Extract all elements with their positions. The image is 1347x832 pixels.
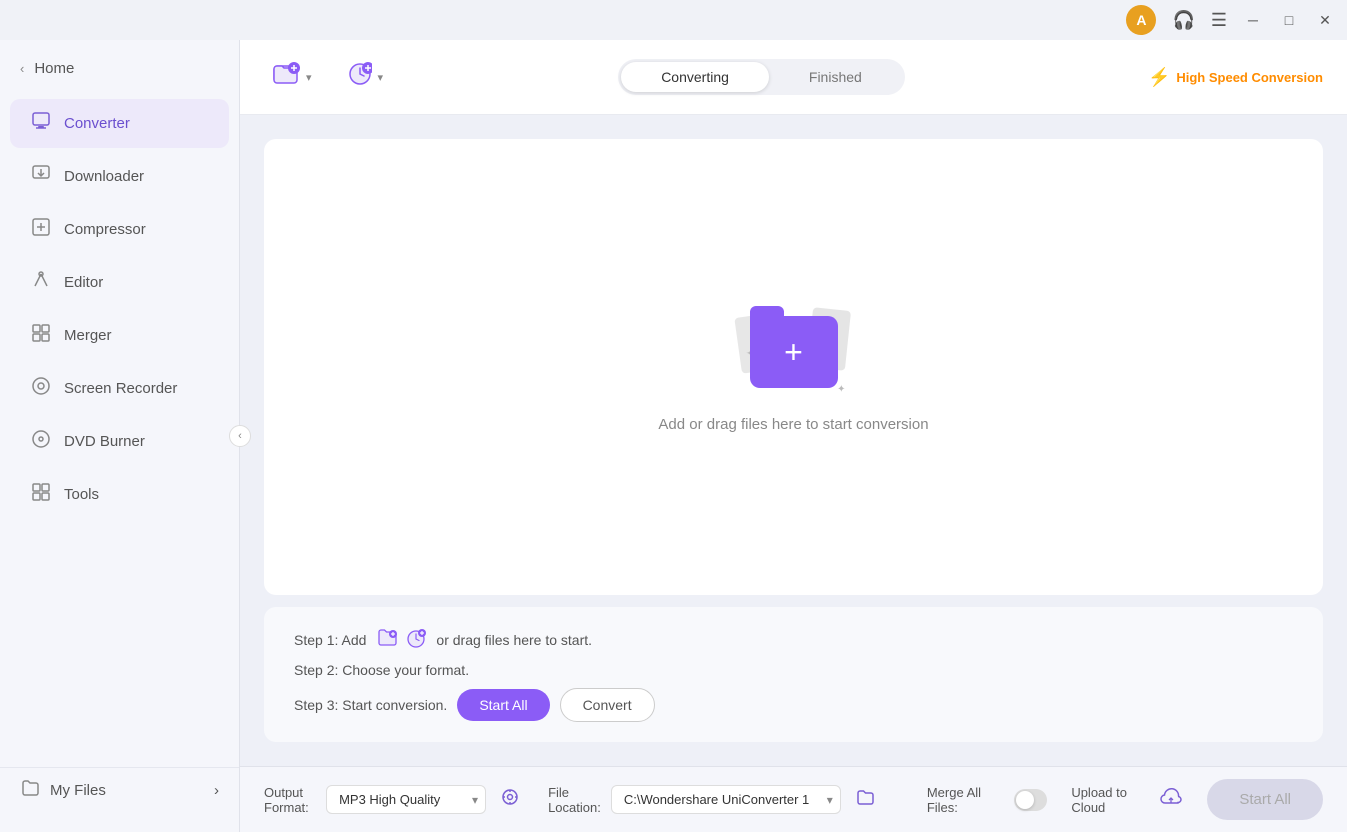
drop-zone-text: Add or drag files here to start conversi… (658, 416, 928, 433)
merge-files-row: Merge All Files: (927, 785, 1047, 815)
downloader-icon (30, 164, 52, 189)
tab-converting[interactable]: Converting (621, 62, 769, 92)
step-1-icons (376, 627, 426, 652)
file-location-select-wrapper: C:\Wondershare UniConverter 1 (611, 785, 841, 814)
step-3-row: Step 3: Start conversion. Start All Conv… (294, 688, 1293, 722)
upload-cloud-label: Upload to Cloud (1071, 785, 1149, 815)
tab-finished[interactable]: Finished (769, 62, 902, 92)
tools-label: Tools (64, 486, 99, 503)
screen-recorder-label: Screen Recorder (64, 380, 177, 397)
sidebar-item-editor[interactable]: Editor (10, 258, 229, 307)
sidebar-bottom: My Files › (0, 767, 239, 822)
output-format-select[interactable]: MP3 High Quality (326, 785, 486, 814)
my-files-item[interactable]: My Files › (20, 778, 219, 802)
step-1-row: Step 1: Add (294, 627, 1293, 652)
sidebar-collapse-button[interactable]: ‹ (229, 425, 251, 447)
step-start-all-button[interactable]: Start All (457, 689, 549, 721)
sidebar: ‹ Home Converter Download (0, 40, 240, 832)
file-location-browse-button[interactable] (851, 783, 879, 816)
workspace: ✦ ✦ + Add or drag files here to start co… (240, 115, 1347, 766)
sidebar-item-tools[interactable]: Tools (10, 470, 229, 519)
compressor-label: Compressor (64, 221, 146, 238)
drop-zone-icon: ✦ ✦ + (734, 302, 854, 402)
add-device-arrow: ▾ (378, 71, 384, 84)
headset-icon[interactable]: 🎧 (1172, 10, 1194, 31)
add-file-icon (272, 60, 300, 94)
my-files-icon (20, 778, 40, 802)
title-bar: A 🎧 ☰ ─ □ ✕ (0, 0, 1347, 40)
menu-icon[interactable]: ☰ (1211, 10, 1227, 31)
step-3-buttons: Start All Convert (457, 688, 654, 722)
user-avatar[interactable]: A (1126, 5, 1156, 35)
drop-zone[interactable]: ✦ ✦ + Add or drag files here to start co… (264, 139, 1323, 595)
converter-icon (30, 111, 52, 136)
lightning-icon: ⚡ (1148, 67, 1170, 88)
step-2-text: Step 2: Choose your format. (294, 662, 469, 678)
step-convert-button[interactable]: Convert (560, 688, 655, 722)
file-location-field: File Location: C:\Wondershare UniConvert… (548, 783, 879, 816)
maximize-button[interactable]: □ (1279, 12, 1299, 28)
merge-files-label: Merge All Files: (927, 785, 1004, 815)
my-files-label: My Files (50, 782, 106, 799)
step-1-prefix: Step 1: Add (294, 632, 366, 648)
toggle-tabs: Converting Finished (618, 59, 905, 95)
converter-label: Converter (64, 115, 130, 132)
my-files-arrow: › (214, 782, 219, 799)
sidebar-item-converter[interactable]: Converter (10, 99, 229, 148)
merger-label: Merger (64, 327, 112, 344)
cloud-icon[interactable] (1159, 787, 1183, 812)
step-3-prefix: Step 3: Start conversion. (294, 697, 447, 713)
main-content: ▾ ▾ Converting Finished (240, 40, 1347, 832)
sidebar-item-screen-recorder[interactable]: Screen Recorder (10, 364, 229, 413)
output-format-settings-button[interactable] (496, 783, 524, 816)
upload-cloud-row: Upload to Cloud (1071, 785, 1183, 815)
editor-icon (30, 270, 52, 295)
home-arrow-icon: ‹ (20, 61, 24, 76)
dvd-burner-label: DVD Burner (64, 433, 145, 450)
dvd-burner-icon (30, 429, 52, 454)
downloader-label: Downloader (64, 168, 144, 185)
editor-label: Editor (64, 274, 103, 291)
screen-recorder-icon (30, 376, 52, 401)
step-1-suffix: or drag files here to start. (436, 632, 592, 648)
output-format-field: Output Format: MP3 High Quality (264, 783, 524, 816)
sidebar-item-compressor[interactable]: Compressor (10, 205, 229, 254)
start-all-button[interactable]: Start All (1207, 779, 1323, 820)
step1-add-device-icon (404, 627, 426, 652)
sidebar-home[interactable]: ‹ Home (0, 50, 239, 97)
sidebar-item-merger[interactable]: Merger (10, 311, 229, 360)
high-speed-conversion[interactable]: ⚡ High Speed Conversion (1148, 67, 1323, 88)
compressor-icon (30, 217, 52, 242)
sidebar-item-downloader[interactable]: Downloader (10, 152, 229, 201)
merge-files-toggle[interactable] (1014, 789, 1047, 811)
file-location-label: File Location: (548, 785, 601, 815)
step-2-row: Step 2: Choose your format. (294, 662, 1293, 678)
home-label: Home (34, 60, 74, 77)
close-button[interactable]: ✕ (1315, 12, 1335, 29)
steps-panel: Step 1: Add (264, 607, 1323, 742)
high-speed-label: High Speed Conversion (1176, 70, 1323, 85)
app-body: ‹ Home Converter Download (0, 40, 1347, 832)
add-device-button[interactable]: ▾ (336, 54, 392, 100)
sidebar-item-dvd-burner[interactable]: DVD Burner (10, 417, 229, 466)
file-location-select[interactable]: C:\Wondershare UniConverter 1 (611, 785, 841, 814)
output-format-label: Output Format: (264, 785, 316, 815)
add-file-button[interactable]: ▾ (264, 54, 320, 100)
tools-icon (30, 482, 52, 507)
bottom-bar: Output Format: MP3 High Quality (240, 766, 1347, 832)
add-device-icon (344, 60, 372, 94)
step1-add-file-icon (376, 627, 398, 652)
minimize-button[interactable]: ─ (1243, 12, 1263, 28)
merger-icon (30, 323, 52, 348)
add-file-arrow: ▾ (306, 71, 312, 84)
toolbar: ▾ ▾ Converting Finished (240, 40, 1347, 115)
output-format-select-wrapper: MP3 High Quality (326, 785, 486, 814)
